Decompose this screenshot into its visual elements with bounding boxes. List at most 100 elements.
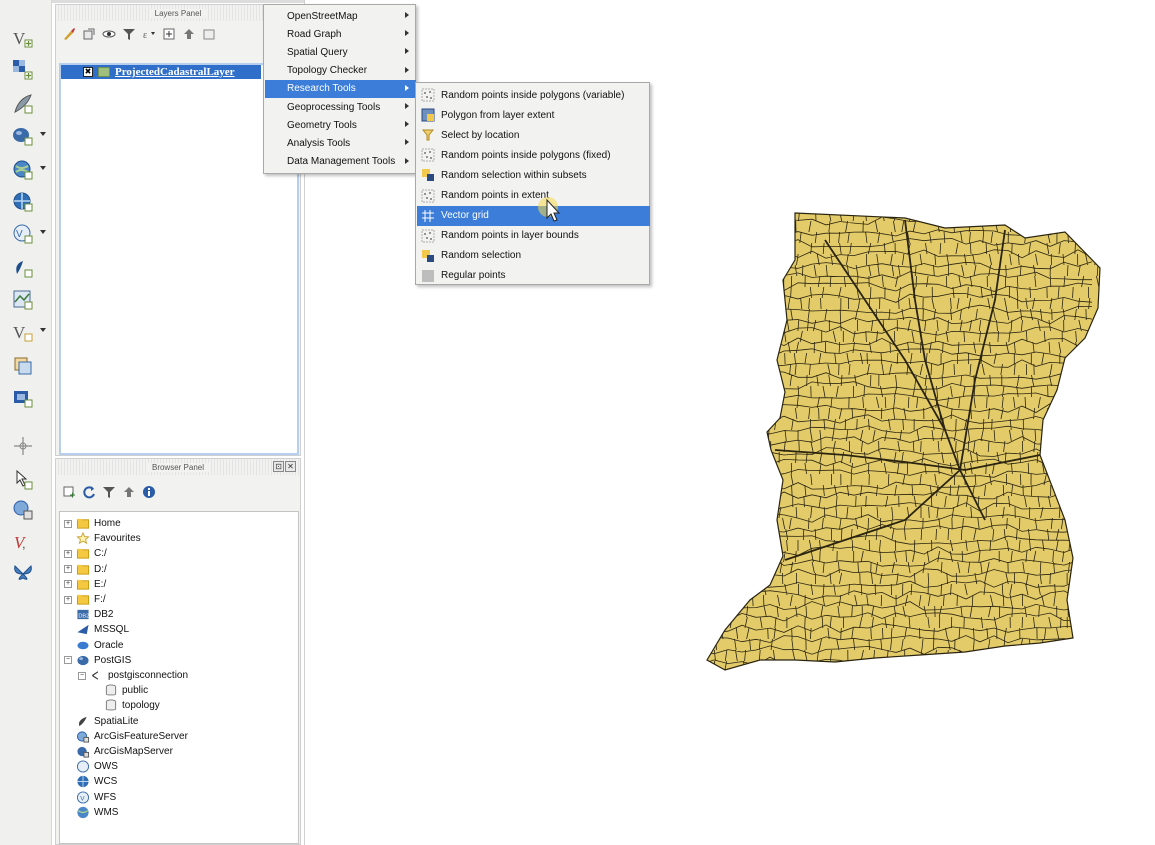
browser-item-wfs[interactable]: V WFS — [64, 790, 116, 805]
browser-item-public[interactable]: public — [92, 683, 148, 698]
collapse-toggle-icon[interactable]: − — [78, 671, 86, 680]
menu-item-topology-checker[interactable]: Topology Checker — [265, 62, 416, 80]
browser-item-topology[interactable]: topology — [92, 698, 160, 713]
menu-item-label: Road Graph — [287, 28, 342, 40]
submenu-item-select-by-location[interactable]: Select by location — [417, 125, 650, 145]
remove-layer-icon — [203, 29, 215, 40]
new-shapefile-layer-button[interactable]: V — [8, 318, 46, 346]
layer-item[interactable]: ✖ ProjectedCadastralLayer — [61, 65, 261, 79]
menu-item-geoprocessing-tools[interactable]: Geoprocessing Tools — [265, 98, 416, 116]
browser-item-favourites[interactable]: Favourites — [64, 531, 141, 546]
browser-item-e[interactable]: + E:/ — [64, 577, 106, 592]
submenu-item-vector-grid[interactable]: Vector grid — [417, 205, 650, 226]
menu-item-analysis-tools[interactable]: Analysis Tools — [265, 134, 416, 152]
random-selection-icon — [421, 168, 435, 182]
menu-item-geometry-tools[interactable]: Geometry Tools — [265, 116, 416, 134]
expand-toggle-icon[interactable]: + — [64, 595, 72, 604]
float-panel-button[interactable]: ⊡ — [273, 461, 284, 472]
folder-icon — [76, 593, 90, 606]
add-oracle-layer-button[interactable] — [8, 286, 38, 314]
remove-layer-button[interactable] — [202, 27, 216, 41]
expand-toggle-icon[interactable]: + — [64, 519, 72, 528]
add-gps-layer-button[interactable] — [8, 432, 38, 460]
submenu-item-random-points-inside-polygons-variable[interactable]: Random points inside polygons (variable) — [417, 85, 650, 105]
wms-icon — [76, 806, 90, 819]
browser-tree[interactable]: + Home Favourites + C:/ + D:/ + E:/ + F:/ DB2 DB2 MSS… — [59, 511, 299, 844]
add-spatialite-layer-button[interactable] — [8, 254, 38, 282]
browser-item-c[interactable]: + C:/ — [64, 546, 107, 561]
add-arcgis-map-button[interactable] — [8, 496, 38, 524]
browser-item-mssql[interactable]: MSSQL — [64, 622, 129, 637]
add-raster-layer-button[interactable] — [8, 56, 38, 84]
open-layer-styling-button[interactable] — [62, 27, 76, 41]
add-wms-tile-button[interactable] — [8, 466, 38, 494]
browser-item-f[interactable]: + F:/ — [64, 592, 106, 607]
menu-item-research-tools[interactable]: Research Tools — [265, 79, 416, 98]
folder-icon — [76, 578, 90, 591]
collapse-all-button[interactable] — [182, 27, 196, 41]
close-panel-button[interactable]: ✕ — [285, 461, 296, 472]
menu-item-data-management-tools[interactable]: Data Management Tools — [265, 153, 416, 171]
filter-browser-button[interactable] — [102, 485, 116, 499]
collapse-browser-button[interactable] — [122, 485, 136, 499]
submenu-item-random-points-in-layer-bounds[interactable]: Random points in layer bounds — [417, 226, 650, 246]
menu-item-openstreetmap[interactable]: OpenStreetMap — [265, 7, 416, 25]
submenu-arrow-icon — [405, 139, 409, 146]
browser-item-postgisconnection[interactable]: − postgisconnection — [78, 668, 188, 683]
browser-item-home[interactable]: + Home — [64, 516, 121, 531]
properties-button[interactable] — [142, 485, 156, 499]
filter-expression-button[interactable]: ε — [142, 27, 156, 41]
add-postgis-layer-button[interactable] — [8, 122, 46, 150]
wcs-icon — [76, 775, 90, 788]
submenu-item-label: Select by location — [441, 129, 520, 141]
submenu-item-regular-points[interactable]: Regular points — [417, 266, 650, 286]
browser-item-wms[interactable]: WMS — [64, 805, 118, 820]
layer-name: ProjectedCadastralLayer — [115, 66, 235, 78]
expand-toggle-icon[interactable]: + — [64, 549, 72, 558]
submenu-item-random-points-in-extent[interactable]: Random points in extent — [417, 186, 650, 206]
browser-item-arcgisfeatureserver[interactable]: ArcGisFeatureServer — [64, 729, 188, 744]
browser-item-d[interactable]: + D:/ — [64, 562, 107, 577]
expand-toggle-icon[interactable]: + — [64, 565, 72, 574]
add-vector-layer-button[interactable]: V — [8, 24, 38, 52]
browser-item-arcgismapserver[interactable]: ArcGisMapServer — [64, 744, 173, 759]
browser-item-label: C:/ — [94, 548, 107, 560]
browser-item-ows[interactable]: OWS — [64, 759, 118, 774]
browser-item-postgis[interactable]: − PostGIS — [64, 653, 131, 668]
info-icon — [143, 486, 155, 498]
submenu-item-random-selection[interactable]: Random selection — [417, 246, 650, 266]
add-group-button[interactable] — [82, 27, 96, 41]
browser-item-db2[interactable]: DB2 DB2 — [64, 607, 113, 622]
manage-visibility-button[interactable] — [102, 27, 116, 41]
add-selected-layers-button[interactable] — [62, 485, 76, 499]
submenu-item-label: Random selection — [441, 250, 522, 262]
menu-item-spatial-query[interactable]: Spatial Query — [265, 43, 416, 61]
browser-item-spatialite[interactable]: SpatiaLite — [64, 714, 138, 729]
add-delimited-layer-button[interactable]: V, — [8, 528, 38, 556]
menu-item-road-graph[interactable]: Road Graph — [265, 25, 416, 43]
refresh-button[interactable] — [82, 485, 96, 499]
add-virtual-layer-button[interactable] — [8, 352, 38, 380]
submenu-item-polygon-from-layer-extent[interactable]: Polygon from layer extent — [417, 105, 650, 125]
expand-all-button[interactable] — [162, 27, 176, 41]
filter-legend-button[interactable] — [122, 27, 136, 41]
add-wfs-layer-button[interactable]: V — [8, 220, 46, 248]
browser-item-label: PostGIS — [94, 654, 132, 666]
add-mssql-layer-button[interactable] — [8, 384, 38, 412]
add-wcs-layer-button[interactable] — [8, 188, 38, 216]
layer-visibility-checkbox[interactable]: ✖ — [83, 67, 93, 77]
browser-item-oracle[interactable]: Oracle — [64, 638, 123, 653]
collapse-toggle-icon[interactable]: − — [64, 656, 72, 665]
refresh-icon — [83, 486, 95, 499]
add-group-icon — [83, 28, 95, 40]
submenu-item-random-points-inside-polygons-fixed[interactable]: Random points inside polygons (fixed) — [417, 145, 650, 165]
ows-icon — [76, 760, 90, 773]
submenu-item-random-selection-within-subsets[interactable]: Random selection within subsets — [417, 165, 650, 185]
browser-item-wcs[interactable]: WCS — [64, 774, 117, 789]
add-delimited-text-button[interactable] — [8, 90, 38, 118]
menu-item-label: Topology Checker — [287, 65, 368, 77]
add-wfs-service-button[interactable] — [8, 560, 38, 588]
submenu-item-label: Regular points — [441, 270, 506, 282]
add-wms-layer-button[interactable] — [8, 156, 46, 184]
expand-toggle-icon[interactable]: + — [64, 580, 72, 589]
